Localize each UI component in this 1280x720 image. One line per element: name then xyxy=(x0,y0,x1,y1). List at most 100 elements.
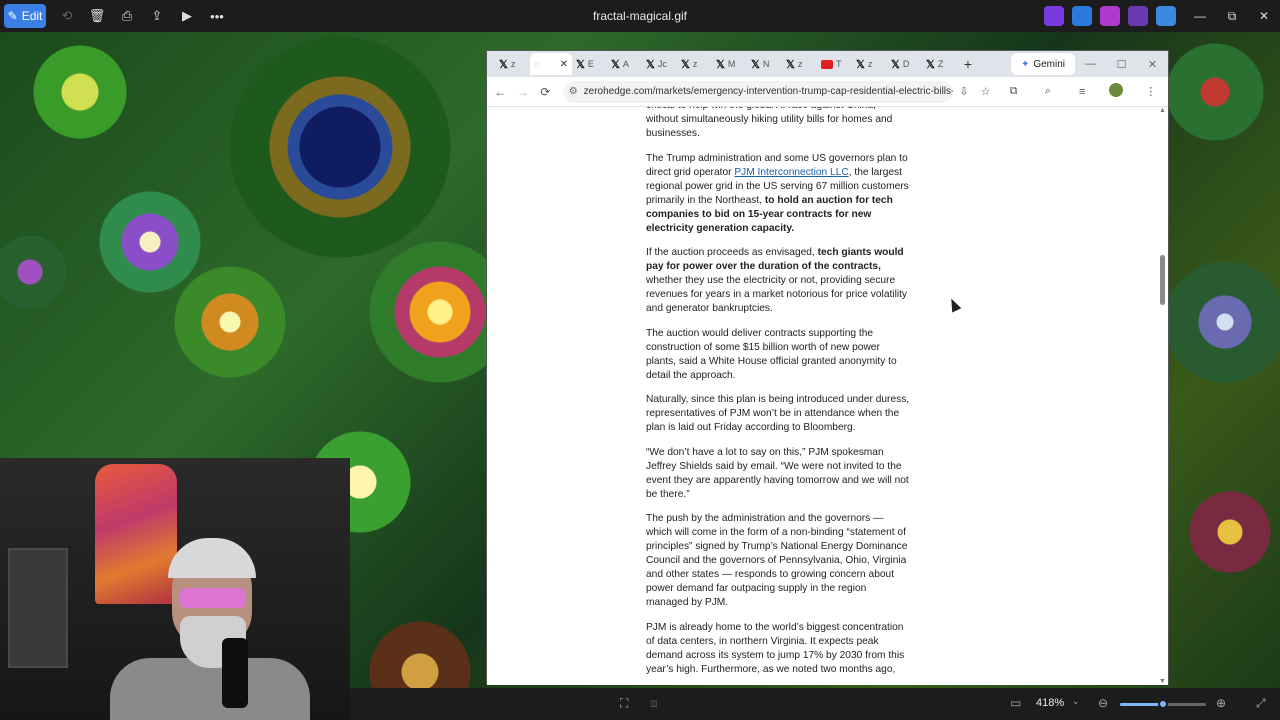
fit-screen-icon[interactable]: ⛶ xyxy=(620,696,628,711)
x-icon: 𝕏 xyxy=(499,58,508,71)
webcam-overlay xyxy=(0,458,350,720)
bookmark-star-icon[interactable]: ☆ xyxy=(975,85,997,98)
new-tab-button[interactable]: + xyxy=(957,56,979,72)
restore-icon[interactable]: ⧉ xyxy=(1216,0,1248,32)
zoom-out-icon[interactable]: ⊖ xyxy=(1098,696,1108,710)
x-icon: 𝕏 xyxy=(751,58,760,71)
edit-icon: ✎ xyxy=(7,9,18,23)
loading-icon: ◌ xyxy=(534,59,540,69)
zoom-slider-knob[interactable] xyxy=(1158,699,1168,709)
paragraph: PJM is already home to the world’s bigge… xyxy=(646,621,905,675)
tab-12[interactable]: 𝕏Z xyxy=(922,53,957,75)
zoom-slider[interactable] xyxy=(1120,699,1206,709)
tab-2[interactable]: 𝕏E xyxy=(572,53,607,75)
page-content[interactable]: critical to help win the global AI race … xyxy=(487,107,1168,685)
paragraph: If the auction proceeds as envisaged, te… xyxy=(646,247,908,314)
tab-8[interactable]: 𝕏z xyxy=(782,53,817,75)
paragraph: The push by the administration and the g… xyxy=(646,513,908,608)
tab-3[interactable]: 𝕏A xyxy=(607,53,642,75)
url-text: zerohedge.com/markets/emergency-interven… xyxy=(583,86,954,97)
share-icon[interactable]: ⇪ xyxy=(142,4,172,28)
maximize-icon[interactable]: ☐ xyxy=(1106,51,1137,77)
tab-strip: 𝕏z ◌ ✕ 𝕏E 𝕏A 𝕏 Jc 𝕏z 𝕏M 𝕏N 𝕏z T 𝕏z 𝕏D 𝕏Z +… xyxy=(487,51,1168,77)
browser-toolbar: ← → ⟳ ⚙ zerohedge.com/markets/emergency-… xyxy=(487,77,1168,107)
x-icon: 𝕏 xyxy=(681,58,690,71)
paragraph: The auction would deliver contracts supp… xyxy=(646,327,897,381)
window-blinds xyxy=(8,548,68,668)
zoom-in-icon[interactable]: ⊕ xyxy=(1216,696,1226,710)
edit-button[interactable]: ✎ Edit xyxy=(4,4,46,28)
app-icon-onedrive[interactable] xyxy=(1156,6,1176,26)
browser-window-controls: — ☐ ✕ xyxy=(1075,51,1168,77)
tapestry xyxy=(95,464,177,604)
app-icon-copilot[interactable] xyxy=(1044,6,1064,26)
more-options-icon[interactable]: ••• xyxy=(202,4,232,28)
paragraph: critical to help win the global AI race … xyxy=(646,107,893,139)
close-icon[interactable]: ✕ xyxy=(1137,51,1168,77)
paragraph: Naturally, since this plan is being intr… xyxy=(646,394,910,433)
tab-4[interactable]: 𝕏 Jc xyxy=(642,53,677,75)
x-icon: 𝕏 xyxy=(611,58,620,71)
forward-icon[interactable]: → xyxy=(512,85,535,99)
actual-size-icon[interactable]: ▭ xyxy=(1010,696,1021,710)
tab-6[interactable]: 𝕏M xyxy=(712,53,747,75)
profile-avatar[interactable] xyxy=(1099,83,1133,100)
crop-icon[interactable]: ⧈ xyxy=(650,696,658,711)
install-app-icon[interactable]: ⇩ xyxy=(953,85,975,98)
scrollbar-thumb[interactable] xyxy=(1160,255,1165,305)
tab-5[interactable]: 𝕏z xyxy=(677,53,712,75)
tab-11[interactable]: 𝕏D xyxy=(887,53,922,75)
fullscreen-icon[interactable]: ⤢ xyxy=(1256,696,1266,711)
tab-9[interactable]: T xyxy=(817,53,852,75)
tab-0[interactable]: 𝕏z xyxy=(495,53,530,75)
viewer-bottom-bar: ⛶ ⧈ ▭ 418% ⌄ ⊖ ⊕ ⤢ xyxy=(350,688,1280,720)
zoom-level[interactable]: 418% xyxy=(1036,697,1064,709)
x-icon: 𝕏 xyxy=(646,58,655,71)
paragraph: “We don’t have a lot to say on this,” PJ… xyxy=(646,446,909,500)
menu-icon[interactable]: ⋮ xyxy=(1134,85,1168,98)
app-icon-editor[interactable] xyxy=(1072,6,1092,26)
close-icon[interactable]: ✕ xyxy=(1248,0,1280,32)
x-icon: 𝕏 xyxy=(856,58,865,71)
x-icon: 𝕏 xyxy=(926,58,935,71)
site-info-icon[interactable]: ⚙ xyxy=(569,86,578,97)
media-control-icon[interactable]: ≡ xyxy=(1065,86,1099,98)
viewer-window-controls: — ⧉ ✕ xyxy=(1184,0,1280,32)
article-body: critical to help win the global AI race … xyxy=(646,107,910,685)
extensions-icon[interactable]: ⧉ xyxy=(996,85,1030,98)
minimize-icon[interactable]: — xyxy=(1075,51,1106,77)
x-icon: 𝕏 xyxy=(786,58,795,71)
zoom-dropdown-icon[interactable]: ⌄ xyxy=(1072,696,1080,707)
taskbar-apps xyxy=(1044,6,1176,26)
pjm-link[interactable]: PJM Interconnection LLC xyxy=(734,167,848,178)
microphone xyxy=(222,638,248,708)
scroll-down-icon[interactable]: ▼ xyxy=(1159,678,1166,685)
scrollbar[interactable]: ▲ ▼ xyxy=(1158,107,1168,685)
tab-7[interactable]: 𝕏N xyxy=(747,53,782,75)
scroll-up-icon[interactable]: ▲ xyxy=(1159,107,1166,114)
edit-label: Edit xyxy=(21,9,43,23)
app-icon-clipchamp[interactable] xyxy=(1100,6,1120,26)
app-icon-media[interactable] xyxy=(1128,6,1148,26)
gemini-button[interactable]: ✦ Gemini xyxy=(1011,53,1075,75)
delete-icon[interactable]: 🗑 xyxy=(82,4,112,28)
print-icon[interactable]: ⎙ xyxy=(112,4,142,28)
browser-window: 𝕏z ◌ ✕ 𝕏E 𝕏A 𝕏 Jc 𝕏z 𝕏M 𝕏N 𝕏z T 𝕏z 𝕏D 𝕏Z +… xyxy=(486,50,1169,685)
tab-active[interactable]: ◌ ✕ xyxy=(530,53,572,75)
gemini-icon: ✦ xyxy=(1020,58,1030,70)
minimize-icon[interactable]: — xyxy=(1184,0,1216,32)
slideshow-icon[interactable]: ▶ xyxy=(172,4,202,28)
glasses xyxy=(180,588,246,608)
reload-icon[interactable]: ⟳ xyxy=(534,85,557,99)
youtube-icon xyxy=(821,59,833,69)
address-bar[interactable]: ⚙ zerohedge.com/markets/emergency-interv… xyxy=(562,80,954,103)
x-icon: 𝕏 xyxy=(891,58,900,71)
back-icon[interactable]: ← xyxy=(489,85,512,99)
paragraph: The Trump administration and some US gov… xyxy=(646,152,909,234)
x-icon: 𝕏 xyxy=(576,58,585,71)
search-tabs-icon[interactable]: ⌕ xyxy=(1031,85,1065,98)
rotate-icon[interactable]: ⟲ xyxy=(52,4,82,28)
close-tab-icon[interactable]: ✕ xyxy=(560,59,568,70)
x-icon: 𝕏 xyxy=(716,58,725,71)
tab-10[interactable]: 𝕏z xyxy=(852,53,887,75)
